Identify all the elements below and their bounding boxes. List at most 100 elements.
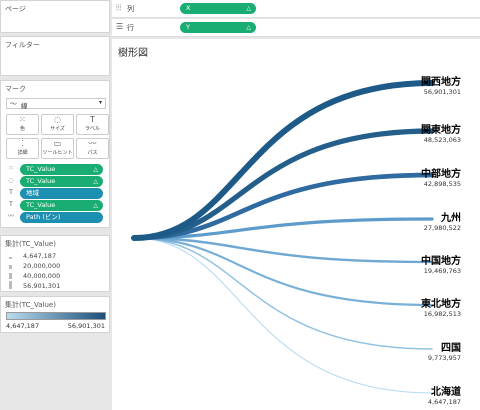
- branch-label: 中部地方 42,898,535: [421, 165, 461, 188]
- region-name: 関西地方: [421, 77, 461, 88]
- size-swatch: [9, 273, 12, 279]
- columns-pill-label: X: [186, 4, 191, 12]
- columns-pill-x[interactable]: X △: [180, 3, 256, 14]
- pages-panel: ページ: [0, 0, 110, 33]
- size-legend-value: 56,901,301: [23, 282, 61, 290]
- mark-type-select[interactable]: 〜 線 ▾: [6, 98, 106, 110]
- branch-label: 北海道 4,647,187: [428, 383, 461, 406]
- marks-button-label: サイズ: [50, 126, 65, 132]
- size-swatch: [9, 281, 12, 289]
- branch-label: 中国地方 19,469,763: [421, 252, 461, 275]
- field-pill-label: TC_Value: [26, 177, 56, 185]
- region-name: 中国地方: [421, 256, 461, 267]
- marks-button-label: 色: [19, 126, 25, 132]
- region-value: 4,647,187: [427, 398, 461, 406]
- field-pill[interactable]: TC_Value △: [20, 200, 103, 211]
- rows-shelf-label: 行: [127, 24, 134, 32]
- delta-icon: △: [246, 24, 251, 31]
- size-swatch: [9, 265, 12, 269]
- color-legend-max: 56,901,301: [67, 322, 105, 330]
- marks-button-5[interactable]: 〰パス: [76, 138, 109, 159]
- marks-button-3[interactable]: ⁚ 詳細: [6, 138, 39, 159]
- delta-icon: △: [93, 166, 98, 173]
- region-value: 19,469,763: [423, 267, 461, 275]
- region-name: 中部地方: [421, 169, 461, 180]
- marks-button-2[interactable]: T ラベル: [76, 114, 109, 135]
- branch-label: 九州 27,980,522: [424, 209, 461, 232]
- size-legend-item[interactable]: 4,647,187: [7, 251, 103, 261]
- mark-type-label: 線: [21, 102, 28, 110]
- marks-button-label: ツールヒント: [42, 150, 73, 156]
- chevron-down-icon: ▾: [98, 99, 102, 106]
- filters-panel: フィルター: [0, 36, 110, 76]
- marks-field-row[interactable]: 〰 Path (ビン): [7, 212, 103, 223]
- delta-icon: △: [93, 202, 98, 209]
- region-name: 東北地方: [421, 299, 461, 310]
- encoding-icon: ⁙: [8, 165, 14, 172]
- size-legend-item[interactable]: 40,000,000: [7, 271, 103, 281]
- marks-button-icon: ⁚: [21, 139, 24, 148]
- encoding-icon: T: [9, 189, 13, 196]
- marks-panel: マーク 〜 線 ▾ ⁙ 色 ◌ サイズ T ラベル ⁚ 詳細 ▭ ツールヒント〰パス ⁙ TC_Va…: [0, 80, 110, 228]
- field-pill[interactable]: 地域: [20, 188, 103, 199]
- marks-button-icon: ◌: [54, 115, 61, 124]
- filters-title: フィルター: [5, 41, 40, 49]
- marks-button-4[interactable]: ▭ ツールヒント: [41, 138, 74, 159]
- encoding-icon: 〰: [7, 213, 14, 220]
- marks-field-row[interactable]: T TC_Value △: [7, 200, 103, 211]
- tree-branch[interactable]: [131, 80, 435, 241]
- branch-label: 東北地方 16,982,513: [421, 295, 461, 318]
- marks-field-row[interactable]: ◌ TC_Value △: [7, 176, 103, 187]
- line-mark-icon: 〜: [10, 100, 17, 108]
- region-value: 9,773,957: [427, 354, 461, 362]
- region-name: 九州: [441, 213, 461, 224]
- color-legend-panel: 集計(TC_Value) 4,647,187 56,901,301: [0, 296, 110, 333]
- marks-button-label: ラベル: [84, 126, 100, 132]
- size-legend-title: 集計(TC_Value): [5, 240, 56, 248]
- region-value: 16,982,513: [423, 310, 461, 318]
- rows-shelf[interactable]: ☰ 行 Y △: [112, 19, 480, 37]
- region-value: 27,980,522: [423, 224, 461, 232]
- size-legend-panel: 集計(TC_Value) 4,647,187 20,000,000 40,000,0…: [0, 235, 110, 292]
- tree-branch[interactable]: [131, 128, 435, 241]
- field-pill[interactable]: TC_Value △: [20, 176, 103, 187]
- branch-label: 四国 9,773,957: [428, 339, 461, 362]
- marks-field-row[interactable]: T 地域: [7, 188, 103, 199]
- field-pill-label: Path (ビン): [26, 213, 61, 221]
- columns-shelf[interactable]: ⦙⦙⦙ 列 X △: [112, 0, 480, 18]
- columns-icon: ⦙⦙⦙: [116, 3, 122, 12]
- size-legend-item[interactable]: 56,901,301: [7, 281, 103, 291]
- rows-icon: ☰: [116, 22, 124, 31]
- region-name: 四国: [441, 343, 461, 354]
- marks-button-label: 詳細: [17, 150, 28, 156]
- size-legend-value: 20,000,000: [23, 262, 61, 270]
- marks-button-icon: ⁙: [19, 115, 26, 124]
- marks-button-icon: T: [90, 115, 95, 124]
- sheet-view: 樹形図 関西地方 56,901,301 関東地方 48,523,063 中部地方 42,8…: [112, 39, 480, 410]
- region-name: 北海道: [431, 387, 461, 398]
- field-pill-label: TC_Value: [26, 201, 56, 209]
- marks-button-0[interactable]: ⁙ 色: [6, 114, 39, 135]
- field-pill[interactable]: TC_Value △: [20, 164, 103, 175]
- field-pill[interactable]: Path (ビン): [20, 212, 103, 223]
- delta-icon: △: [246, 5, 251, 12]
- size-legend-item[interactable]: 20,000,000: [7, 261, 103, 271]
- encoding-icon: ◌: [8, 177, 14, 184]
- encoding-icon: T: [9, 201, 13, 208]
- field-pill-label: 地域: [26, 189, 39, 197]
- marks-button-1[interactable]: ◌ サイズ: [41, 114, 74, 135]
- size-legend-value: 40,000,000: [23, 272, 61, 280]
- region-name: 関東地方: [421, 125, 461, 136]
- rows-pill-y[interactable]: Y △: [180, 22, 256, 33]
- marks-field-row[interactable]: ⁙ TC_Value △: [7, 164, 103, 175]
- delta-icon: △: [93, 178, 98, 185]
- color-ramp[interactable]: [6, 312, 106, 320]
- color-legend-min: 4,647,187: [6, 322, 40, 330]
- marks-button-icon: ▭: [53, 139, 62, 148]
- color-legend-title: 集計(TC_Value): [5, 301, 56, 309]
- branch-label: 関東地方 48,523,063: [421, 121, 461, 144]
- pages-title: ページ: [5, 5, 26, 13]
- marks-title: マーク: [5, 85, 26, 93]
- size-legend-value: 4,647,187: [23, 252, 57, 260]
- marks-button-label: パス: [87, 150, 98, 156]
